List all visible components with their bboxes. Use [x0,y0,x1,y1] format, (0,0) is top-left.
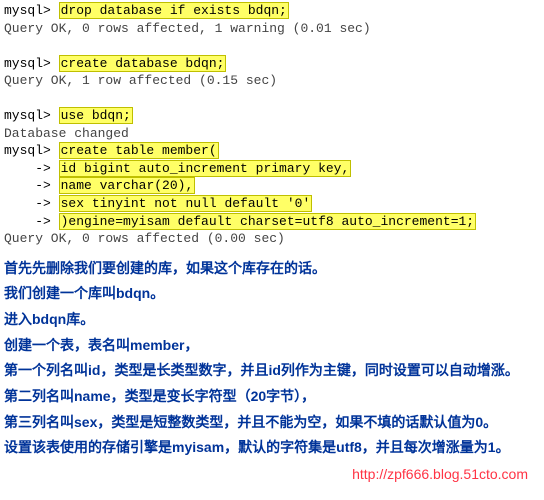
mysql-prompt: mysql> [4,143,59,158]
sql-create-table-line: sex tinyint not null default '0' [59,195,313,212]
query-result: Database changed [4,125,540,143]
explanation-line: 创建一个表，表名叫member， [4,335,540,357]
mysql-cont-prompt: -> [4,196,59,211]
sql-drop-database: drop database if exists bdqn; [59,2,289,19]
sql-create-table-line: )engine=myisam default charset=utf8 auto… [59,213,476,230]
sql-create-table-line: name varchar(20), [59,177,196,194]
mysql-prompt: mysql> [4,3,59,18]
explanation-block: 首先先删除我们要创建的库，如果这个库存在的话。 我们创建一个库叫bdqn。 进入… [4,258,540,460]
explanation-line: 第一个列名叫id，类型是长类型数字，并且id列作为主键，同时设置可以自动增涨。 [4,360,540,382]
explanation-line: 首先先删除我们要创建的库，如果这个库存在的话。 [4,258,540,280]
sql-create-database: create database bdqn; [59,55,227,72]
watermark-url: http://zpf666.blog.51cto.com [4,465,540,484]
explanation-line: 我们创建一个库叫bdqn。 [4,283,540,305]
mysql-cont-prompt: -> [4,214,59,229]
explanation-line: 设置该表使用的存储引擎是myisam，默认的字符集是utf8，并且每次增涨量为1… [4,437,540,459]
query-result: Query OK, 1 row affected (0.15 sec) [4,72,540,90]
mysql-prompt: mysql> [4,108,59,123]
sql-create-table-line: id bigint auto_increment primary key, [59,160,352,177]
explanation-line: 第二列名叫name，类型是变长字符型（20字节）， [4,386,540,408]
terminal-output: mysql> drop database if exists bdqn; Que… [4,2,540,248]
sql-use-database: use bdqn; [59,107,133,124]
mysql-cont-prompt: -> [4,178,59,193]
explanation-line: 进入bdqn库。 [4,309,540,331]
query-result: Query OK, 0 rows affected (0.00 sec) [4,230,540,248]
mysql-cont-prompt: -> [4,161,59,176]
query-result: Query OK, 0 rows affected, 1 warning (0.… [4,20,540,38]
mysql-prompt: mysql> [4,56,59,71]
explanation-line: 第三列名叫sex，类型是短整数类型，并且不能为空，如果不填的话默认值为0。 [4,412,540,434]
sql-create-table-line: create table member( [59,142,219,159]
